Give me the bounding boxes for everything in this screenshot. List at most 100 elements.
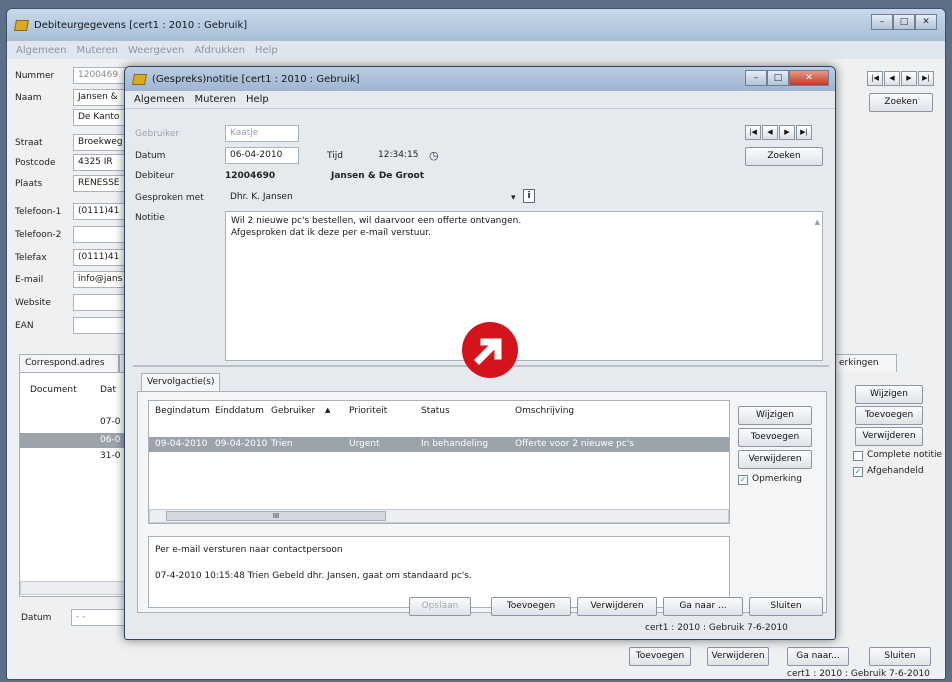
tab-correspond-adres[interactable]: Correspond.adres <box>19 354 119 372</box>
field-label-straat: Straat <box>15 138 43 148</box>
gesproken-met-select[interactable]: Dhr. K. Jansen <box>225 189 515 206</box>
col-status[interactable]: Status <box>421 406 450 416</box>
dialog-prev-button[interactable]: ◀ <box>762 125 778 140</box>
datum-field[interactable]: 06-04-2010 <box>225 147 299 164</box>
dialog-first-button[interactable]: |◀ <box>745 125 761 140</box>
prev-record-button[interactable]: ◀ <box>884 71 900 86</box>
main-window-controls: – □ ✕ <box>871 14 937 30</box>
dialog-record-navigation: |◀ ◀ ▶ ▶| <box>745 125 813 140</box>
table-row[interactable]: 31-0 <box>100 451 120 461</box>
main-titlebar: Debiteurgegevens [cert1 : 2010 : Gebruik… <box>7 9 945 41</box>
menu-afdrukken[interactable]: Afdrukken <box>189 45 250 56</box>
tijd-field[interactable]: 12:34:15 <box>373 147 433 164</box>
complete-notitie-label: Complete notitie <box>867 450 943 460</box>
table-scroll-thumb[interactable]: III <box>166 511 386 521</box>
maximize-icon[interactable]: □ <box>893 14 915 30</box>
tijd-label: Tijd <box>327 151 343 161</box>
vervolg-toevoegen-button[interactable]: Toevoegen <box>738 428 812 447</box>
toevoegen-button[interactable]: Toevoegen <box>491 597 571 616</box>
row-begindatum: 09-04-2010 <box>155 439 208 449</box>
table-row[interactable]: 09-04-2010 09-04-2010 Trien Urgent In be… <box>149 437 729 452</box>
notitie-line: Wil 2 nieuwe pc's bestellen, wil daarvoo… <box>231 216 522 226</box>
grid-header-document: Document <box>30 385 77 395</box>
main-toevoegen-button[interactable]: Toevoegen <box>855 406 923 425</box>
row-omschrijving: Offerte voor 2 nieuwe pc's <box>515 439 634 449</box>
dialog-close-icon[interactable]: ✕ <box>789 70 829 86</box>
dropdown-arrow-icon[interactable]: ▾ <box>511 193 516 203</box>
main-zoeken-button[interactable]: Zoeken <box>869 93 933 112</box>
minimize-icon[interactable]: – <box>871 14 893 30</box>
next-record-button[interactable]: ▶ <box>901 71 917 86</box>
memo-line: 07-4-2010 10:15:48 Trien Gebeld dhr. Jan… <box>155 571 472 581</box>
gebruiker-label: Gebruiker <box>135 129 180 139</box>
notitie-line: Afgesproken dat ik deze per e-mail verst… <box>231 228 431 238</box>
opmerking-checkbox[interactable]: ✓ <box>738 475 748 485</box>
tab-vervolgacties[interactable]: Vervolgactie(s) <box>141 373 221 391</box>
menu-muteren[interactable]: Muteren <box>72 45 123 56</box>
tab-opmerkingen[interactable]: erkingen <box>833 354 897 372</box>
dialog-menu-algemeen[interactable]: Algemeen <box>129 94 190 105</box>
col-gebruiker[interactable]: Gebruiker <box>271 406 315 416</box>
memo-line: Per e-mail versturen naar contactpersoon <box>155 545 343 555</box>
afgehandeld-label: Afgehandeld <box>867 466 924 476</box>
vervolg-wijzigen-button[interactable]: Wijzigen <box>738 406 812 425</box>
main-window-title: Debiteurgegevens [cert1 : 2010 : Gebruik… <box>34 19 248 31</box>
row-prioriteit: Urgent <box>349 439 380 449</box>
dialog-maximize-icon[interactable]: □ <box>767 70 789 86</box>
debiteur-number: 12004690 <box>225 171 276 181</box>
main-wijzigen-button[interactable]: Wijzigen <box>855 385 923 404</box>
dialog-next-button[interactable]: ▶ <box>779 125 795 140</box>
datum-label: Datum <box>135 151 166 161</box>
main-verwijderen-bottom-button[interactable]: Verwijderen <box>707 647 769 666</box>
col-prioriteit[interactable]: Prioriteit <box>349 406 387 416</box>
info-icon[interactable]: i <box>523 189 535 203</box>
dialog-status-bar: cert1 : 2010 : Gebruik 7-6-2010 <box>645 623 788 633</box>
clock-icon[interactable]: ◷ <box>429 149 439 162</box>
menu-weergeven[interactable]: Weergeven <box>123 45 189 56</box>
last-record-button[interactable]: ▶| <box>918 71 934 86</box>
field-label-postcode: Postcode <box>15 158 56 168</box>
menu-help[interactable]: Help <box>250 45 283 56</box>
main-toevoegen-bottom-button[interactable]: Toevoegen <box>629 647 691 666</box>
main-verwijderen-button[interactable]: Verwijderen <box>855 427 923 446</box>
main-ganaar-button[interactable]: Ga naar... <box>787 647 849 666</box>
table-row[interactable]: 06-0 <box>100 435 120 445</box>
grid-hscrollbar[interactable] <box>20 581 134 595</box>
opslaan-button[interactable]: Opslaan <box>409 597 471 616</box>
field-label-nummer: Nummer <box>15 71 55 81</box>
verwijderen-button[interactable]: Verwijderen <box>577 597 657 616</box>
arrow-badge-icon <box>462 322 518 378</box>
ga-naar-button[interactable]: Ga naar ... <box>663 597 743 616</box>
dialog-minimize-icon[interactable]: – <box>745 70 767 86</box>
first-record-button[interactable]: |◀ <box>867 71 883 86</box>
main-datum-label: Datum <box>21 613 52 623</box>
dialog-menu-help[interactable]: Help <box>241 94 274 105</box>
menu-algemeen[interactable]: Algemeen <box>11 45 72 56</box>
col-omschrijving[interactable]: Omschrijving <box>515 406 574 416</box>
notitie-scroll-icon[interactable]: ▲ <box>815 216 820 228</box>
notitie-textarea[interactable]: Wil 2 nieuwe pc's bestellen, wil daarvoo… <box>225 211 823 361</box>
complete-notitie-checkbox[interactable] <box>853 451 863 461</box>
gebruiker-field[interactable]: Kaatje <box>225 125 299 142</box>
close-icon[interactable]: ✕ <box>915 14 937 30</box>
dialog-menubar: Algemeen Muteren Help <box>125 91 835 109</box>
table-hscrollbar[interactable]: III <box>149 509 729 523</box>
main-sluiten-button[interactable]: Sluiten <box>869 647 931 666</box>
afgehandeld-checkbox[interactable]: ✓ <box>853 467 863 477</box>
sluiten-button[interactable]: Sluiten <box>749 597 823 616</box>
main-datum-field[interactable]: - - <box>71 609 125 626</box>
vervolg-verwijderen-button[interactable]: Verwijderen <box>738 450 812 469</box>
dialog-menu-muteren[interactable]: Muteren <box>190 94 241 105</box>
debiteur-name: Jansen & De Groot <box>331 171 425 181</box>
app-icon <box>14 19 29 31</box>
main-status-bar: cert1 : 2010 : Gebruik 7-6-2010 <box>787 669 930 679</box>
row-gebruiker: Trien <box>271 439 293 449</box>
dialog-titlebar: (Gespreks)notitie [cert1 : 2010 : Gebrui… <box>125 67 835 91</box>
dialog-zoeken-button[interactable]: Zoeken <box>745 147 823 166</box>
main-menubar: Algemeen Muteren Weergeven Afdrukken Hel… <box>7 41 945 59</box>
dialog-last-button[interactable]: ▶| <box>796 125 812 140</box>
gesproken-met-label: Gesproken met <box>135 193 204 203</box>
col-einddatum[interactable]: Einddatum <box>215 406 264 416</box>
table-row[interactable]: 07-0 <box>100 417 120 427</box>
col-begindatum[interactable]: Begindatum <box>155 406 210 416</box>
